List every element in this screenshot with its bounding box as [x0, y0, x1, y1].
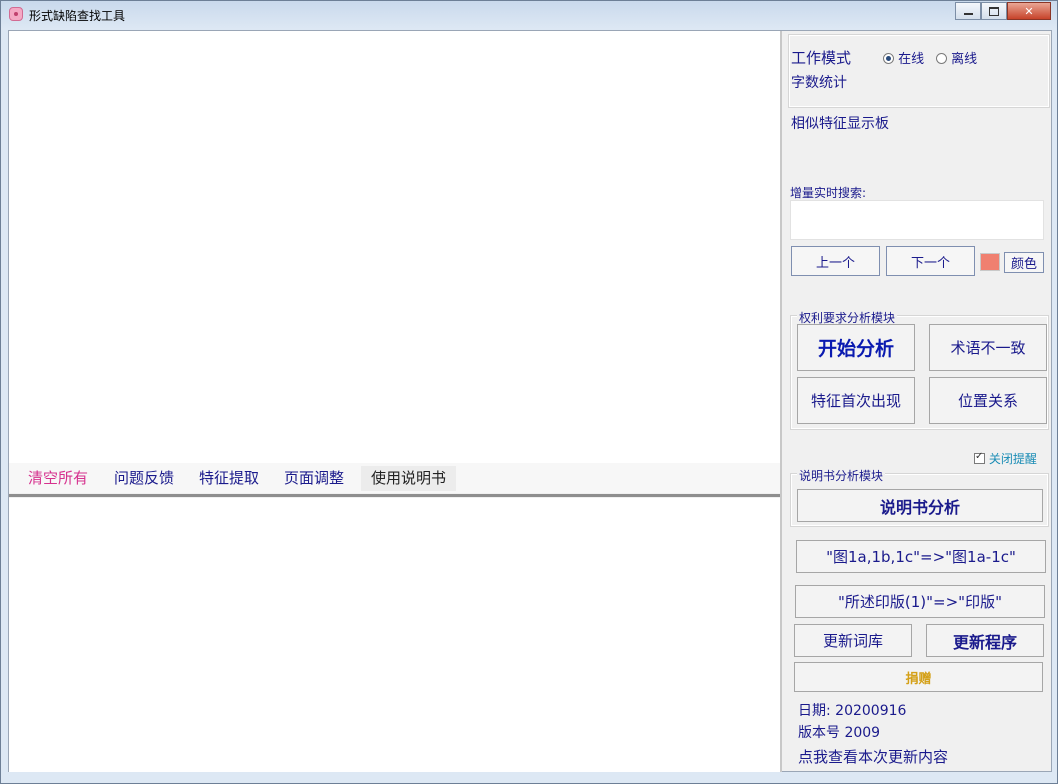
- offline-radio[interactable]: 离线: [936, 48, 977, 67]
- similar-feature-title: 相似特征显示板: [791, 116, 889, 132]
- spec-group-title: 说明书分析模块: [797, 467, 886, 484]
- term-mismatch-button[interactable]: 术语不一致: [929, 324, 1047, 371]
- update-program-button[interactable]: 更新程序: [926, 624, 1044, 657]
- changelog-link[interactable]: 点我查看本次更新内容: [798, 746, 948, 767]
- version-text: 版本号 2009: [798, 725, 881, 741]
- close-reminder-check-icon[interactable]: [974, 451, 985, 464]
- vertical-splitter[interactable]: [780, 31, 782, 772]
- position-relation-button[interactable]: 位置关系: [929, 377, 1047, 424]
- offline-radio-indicator[interactable]: [936, 53, 947, 64]
- spec-text-editor[interactable]: [9, 498, 780, 772]
- page-adjust-menu[interactable]: 页面调整: [284, 466, 344, 491]
- mode-label: 工作模式: [791, 49, 852, 67]
- search-label: 增量实时搜索:: [790, 186, 867, 200]
- date-text: 日期: 20200916: [798, 703, 907, 719]
- app-pig-icon: [9, 7, 23, 21]
- prev-button[interactable]: 上一个: [791, 246, 880, 276]
- plate-convert-button[interactable]: "所述印版(1)"=>"印版": [795, 585, 1045, 618]
- close-reminder-label: 关闭提醒: [988, 452, 1037, 466]
- clear-all-menu[interactable]: 清空所有: [28, 466, 88, 491]
- color-button[interactable]: 颜色: [1004, 252, 1044, 273]
- first-occurrence-button[interactable]: 特征首次出现: [797, 377, 915, 424]
- next-button[interactable]: 下一个: [886, 246, 975, 276]
- online-radio[interactable]: 在线: [883, 48, 924, 67]
- minimize-button[interactable]: [955, 2, 981, 20]
- maximize-icon: [989, 6, 999, 16]
- spec-analysis-button[interactable]: 说明书分析: [797, 489, 1043, 522]
- minimize-icon: [963, 13, 973, 15]
- window-title: 形式缺陷查找工具: [29, 9, 126, 23]
- donate-button[interactable]: 捐赠: [794, 662, 1043, 692]
- online-label: 在线: [898, 52, 925, 67]
- update-lexicon-button[interactable]: 更新词库: [794, 624, 912, 657]
- online-radio-indicator[interactable]: [883, 53, 894, 64]
- client-area: 清空所有 问题反馈 特征提取 页面调整 使用说明书 工作模式 在线 离线 字数统…: [8, 30, 1052, 772]
- claims-text-editor[interactable]: [9, 31, 780, 463]
- close-button[interactable]: ✕: [1007, 2, 1051, 20]
- offline-label: 离线: [951, 52, 978, 67]
- right-panel: 工作模式 在线 离线 字数统计 相似特征显示板 增量实时搜索: 上一个 下一个 …: [787, 31, 1051, 772]
- window-controls: ✕: [955, 2, 1051, 21]
- maximize-button[interactable]: [981, 2, 1007, 20]
- title-bar[interactable]: 形式缺陷查找工具 ✕: [1, 1, 1057, 29]
- search-input[interactable]: [790, 200, 1044, 240]
- highlight-color-swatch[interactable]: [980, 253, 1000, 271]
- menu-strip: 清空所有 问题反馈 特征提取 页面调整 使用说明书: [9, 463, 780, 493]
- feature-extract-menu[interactable]: 特征提取: [199, 466, 259, 491]
- close-reminder-checkbox[interactable]: 关闭提醒: [974, 450, 1037, 467]
- horizontal-splitter[interactable]: [9, 494, 782, 497]
- figure-convert-button[interactable]: "图1a,1b,1c"=>"图1a-1c": [796, 540, 1046, 573]
- word-count-label[interactable]: 字数统计: [791, 72, 847, 92]
- start-analysis-button[interactable]: 开始分析: [797, 324, 915, 371]
- feedback-menu[interactable]: 问题反馈: [114, 466, 174, 491]
- close-icon: ✕: [1024, 4, 1034, 18]
- app-window: 形式缺陷查找工具 ✕ 清空所有 问题反馈 特征提取 页面调整 使用说明书 工作模…: [0, 0, 1058, 784]
- mode-group: [788, 34, 1050, 108]
- manual-menu[interactable]: 使用说明书: [361, 466, 457, 491]
